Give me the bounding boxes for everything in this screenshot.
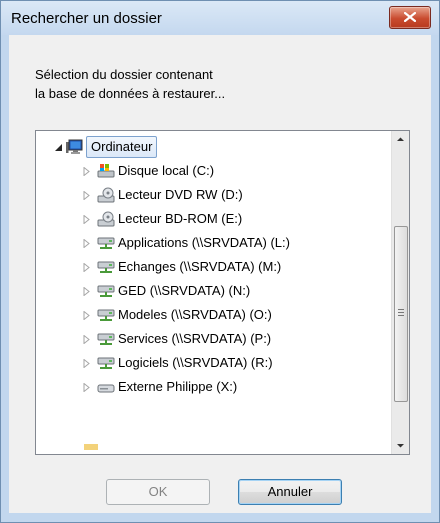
thumb-grip — [398, 312, 404, 313]
tree-item-label: Externe Philippe (X:) — [118, 379, 238, 394]
expand-arrow-icon[interactable] — [82, 335, 91, 344]
collapse-arrow-icon[interactable] — [54, 143, 63, 152]
tree-item-label: Lecteur DVD RW (D:) — [118, 187, 243, 202]
tree-item-label: Lecteur BD-ROM (E:) — [118, 211, 243, 226]
dvd-drive-icon — [97, 187, 115, 203]
close-icon — [404, 12, 416, 22]
tree-item-label: Disque local (C:) — [118, 163, 215, 178]
tree-item-label: Ordinateur — [86, 136, 158, 158]
close-button[interactable] — [389, 6, 431, 29]
tree-item[interactable]: Externe Philippe (X:) — [36, 375, 386, 399]
tree-scrollbar[interactable] — [391, 131, 409, 454]
expand-arrow-icon[interactable] — [82, 239, 91, 248]
tree-item[interactable]: Modeles (\\SRVDATA) (O:) — [36, 303, 386, 327]
title-bar[interactable]: Rechercher un dossier — [1, 1, 439, 35]
tree-item[interactable]: Disque local (C:) — [36, 159, 386, 183]
tree-item[interactable]: GED (\\SRVDATA) (N:) — [36, 279, 386, 303]
network-drive-icon — [97, 283, 115, 299]
ok-button[interactable]: OK — [106, 479, 210, 505]
bd-drive-icon — [97, 211, 115, 227]
removable-drive-icon — [97, 379, 115, 395]
tree-item[interactable]: Lecteur BD-ROM (E:) — [36, 207, 386, 231]
network-drive-icon — [97, 259, 115, 275]
expand-arrow-icon[interactable] — [82, 215, 91, 224]
expand-arrow-icon[interactable] — [82, 359, 91, 368]
tree-item-label: Echanges (\\SRVDATA) (M:) — [118, 259, 282, 274]
tree-item[interactable]: Logiciels (\\SRVDATA) (R:) — [36, 351, 386, 375]
tree-item[interactable]: Echanges (\\SRVDATA) (M:) — [36, 255, 386, 279]
description: Sélection du dossier contenant la base d… — [35, 65, 225, 103]
network-drive-icon — [97, 307, 115, 323]
expand-arrow-icon[interactable] — [82, 311, 91, 320]
tree-item[interactable]: Lecteur DVD RW (D:) — [36, 183, 386, 207]
dialog-body: Sélection du dossier contenant la base d… — [9, 35, 431, 513]
scroll-up-arrow-icon[interactable] — [392, 131, 409, 148]
network-drive-icon — [97, 331, 115, 347]
thumb-grip — [398, 315, 404, 316]
tree-item-label: Modeles (\\SRVDATA) (O:) — [118, 307, 272, 322]
dialog-window: Rechercher un dossier Sélection du dossi… — [0, 0, 440, 523]
expand-arrow-icon[interactable] — [82, 167, 91, 176]
tree-item-ordinateur[interactable]: Ordinateur — [36, 135, 386, 159]
network-drive-icon — [97, 235, 115, 251]
local-disk-icon — [97, 163, 115, 179]
description-line-1: Sélection du dossier contenant — [35, 67, 213, 82]
expand-arrow-icon[interactable] — [82, 263, 91, 272]
tree-item[interactable]: Services (\\SRVDATA) (P:) — [36, 327, 386, 351]
tree-item-label: Logiciels (\\SRVDATA) (R:) — [118, 355, 273, 370]
expand-arrow-icon[interactable] — [82, 191, 91, 200]
tree-item-label: GED (\\SRVDATA) (N:) — [118, 283, 251, 298]
expand-arrow-icon[interactable] — [82, 383, 91, 392]
scroll-thumb[interactable] — [394, 226, 408, 402]
tree-item[interactable]: Applications (\\SRVDATA) (L:) — [36, 231, 386, 255]
tree-item-label: Services (\\SRVDATA) (P:) — [118, 331, 272, 346]
tree-item-label: Applications (\\SRVDATA) (L:) — [118, 235, 290, 250]
thumb-grip — [398, 309, 404, 310]
network-drive-icon — [97, 355, 115, 371]
cancel-button[interactable]: Annuler — [238, 479, 342, 505]
scroll-down-arrow-icon[interactable] — [392, 437, 409, 454]
window-title: Rechercher un dossier — [11, 10, 162, 27]
expand-arrow-icon[interactable] — [82, 287, 91, 296]
description-line-2: la base de données à restaurer... — [35, 86, 226, 101]
folder-icon — [84, 444, 98, 450]
computer-icon — [66, 139, 84, 155]
folder-tree[interactable]: Ordinateur Disque local (C:) Lecteur DVD… — [35, 130, 410, 455]
